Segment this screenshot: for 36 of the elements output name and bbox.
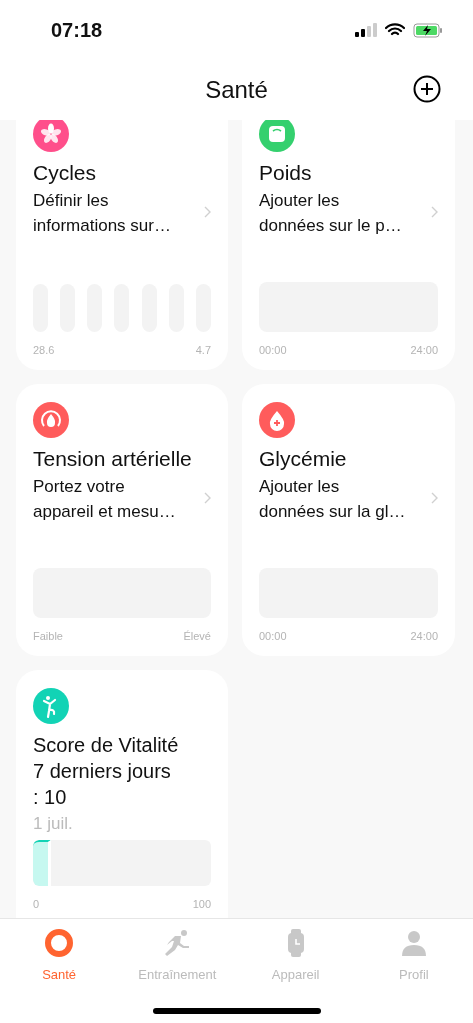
- health-card[interactable]: Score de Vitalité 7 derniers jours : 10 1 juil. 0 100: [16, 670, 228, 918]
- health-card[interactable]: Cycles Définir les informations sur… 28.6 4.7: [16, 120, 228, 370]
- axis-label: 24:00: [410, 630, 438, 642]
- axis-label: 28.6: [33, 344, 55, 356]
- axis-label: 24:00: [410, 344, 438, 356]
- date-label: 1 juil.: [33, 814, 74, 834]
- health-card[interactable]: Glycémie Ajouter les données sur la gl… 00:00 24:00: [242, 384, 455, 656]
- ring-icon: [43, 927, 76, 959]
- axis-label: 00:00: [259, 344, 287, 356]
- card-title: Score de Vitalité 7 derniers jours : 10: [33, 733, 179, 810]
- card-title: Tension artérielle: [33, 446, 193, 472]
- chevron-icon: [430, 492, 438, 504]
- card-title: Glycémie: [259, 446, 348, 472]
- axis-label: 00:00: [259, 630, 287, 642]
- axis-label: Faible: [33, 630, 63, 642]
- axis-label: 4.7: [195, 344, 211, 356]
- battery-icon: [413, 22, 443, 38]
- card-title: Poids: [259, 160, 313, 186]
- add-button[interactable]: [413, 75, 441, 103]
- health-card[interactable]: Tension artérielle Portez votre appareil et mesu… Faible Élevé: [16, 384, 228, 656]
- chevron-icon: [430, 206, 438, 218]
- card-subtitle: Ajouter les données sur la gl…: [259, 476, 407, 523]
- card-subtitle: Définir les informations sur…: [33, 190, 172, 237]
- axis-label: 100: [192, 898, 211, 910]
- page-title: Santé: [205, 76, 268, 104]
- chevron-icon: [203, 492, 211, 504]
- wifi-icon: [385, 23, 405, 37]
- status-time: 07:18: [51, 18, 103, 42]
- card-title: Cycles: [33, 160, 97, 186]
- health-card[interactable]: Poids Ajouter les données sur le p… 00:00 24:00: [242, 120, 455, 370]
- chevron-icon: [203, 206, 211, 218]
- axis-label: Élevé: [183, 630, 211, 642]
- card-subtitle: Ajouter les données sur le p…: [259, 190, 403, 237]
- card-subtitle: Portez votre appareil et mesu…: [33, 476, 177, 523]
- axis-label: 0: [33, 898, 40, 910]
- signal-icon: [355, 23, 377, 37]
